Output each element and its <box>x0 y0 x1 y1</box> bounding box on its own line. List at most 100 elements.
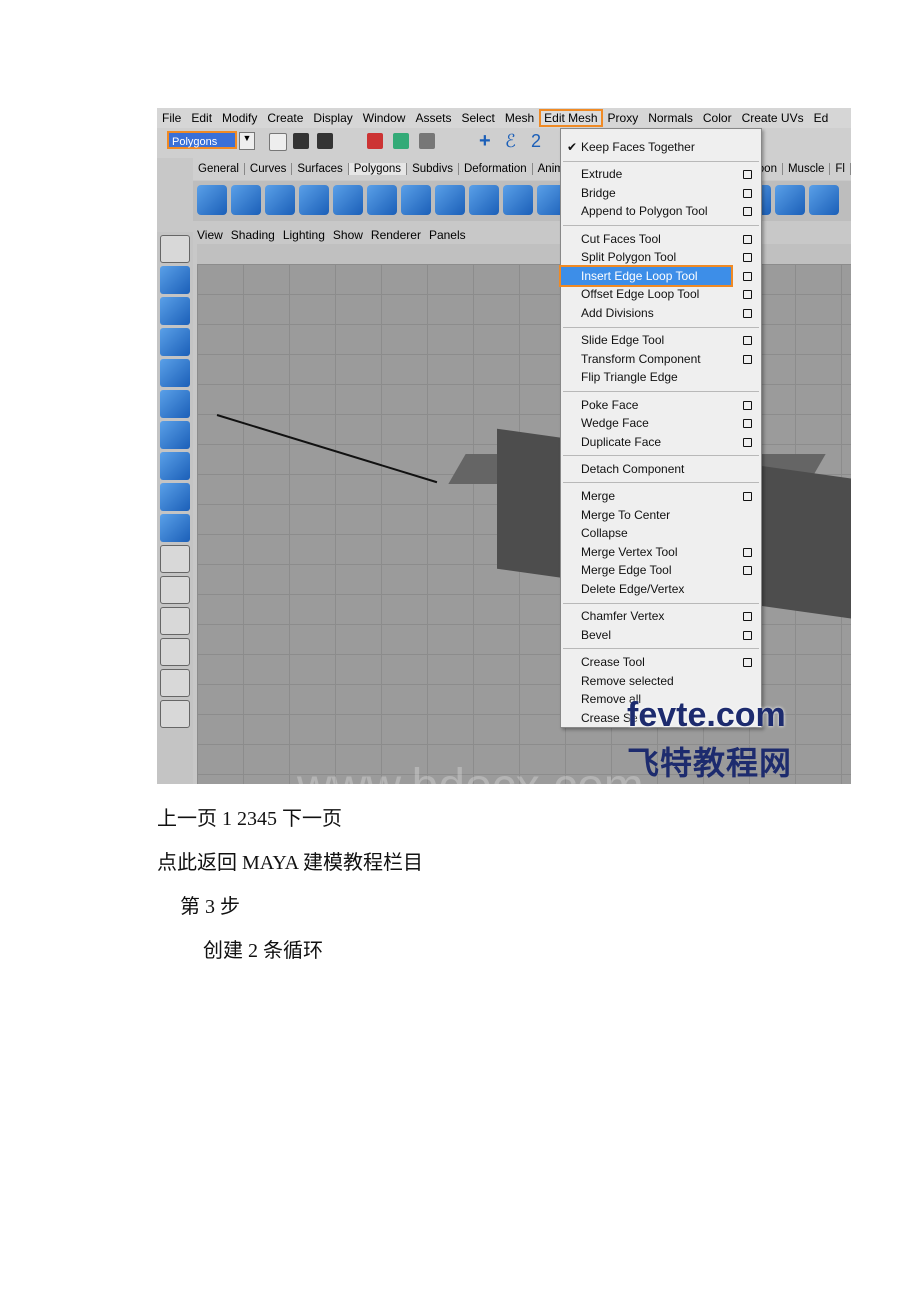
option-box-icon[interactable] <box>743 492 752 502</box>
menu-item-transform-component[interactable]: Transform Component <box>561 350 761 369</box>
tab-polygons[interactable]: Polygons <box>348 163 408 175</box>
tool-icon[interactable] <box>160 359 190 387</box>
shelf-tool-icon[interactable] <box>401 185 431 215</box>
panel-menu-show[interactable]: Show <box>333 228 363 242</box>
shelf-tool-icon[interactable] <box>367 185 397 215</box>
menu-item-extrude[interactable]: Extrude <box>561 165 761 184</box>
option-box-icon[interactable] <box>743 336 752 346</box>
menu-proxy[interactable]: Proxy <box>603 111 644 125</box>
menu-item-add-divisions[interactable]: Add Divisions <box>561 304 761 323</box>
tab-surfaces[interactable]: Surfaces <box>292 163 349 175</box>
option-box-icon[interactable] <box>743 547 752 557</box>
chevron-down-icon[interactable]: ▼ <box>239 132 255 150</box>
menu-item-merge-edge-tool[interactable]: Merge Edge Tool <box>561 561 761 580</box>
back-link[interactable]: 点此返回 MAYA 建模教程栏目 <box>157 846 423 875</box>
tool-icon[interactable] <box>160 328 190 356</box>
option-box-icon[interactable] <box>743 253 752 263</box>
layout-icon[interactable] <box>160 607 190 635</box>
option-box-icon[interactable] <box>743 400 752 410</box>
menu-item-wedge-face[interactable]: Wedge Face <box>561 414 761 433</box>
shelf-tool-icon[interactable] <box>775 185 805 215</box>
option-box-icon[interactable] <box>743 566 752 576</box>
layout-icon[interactable] <box>160 576 190 604</box>
panel-menu-view[interactable]: View <box>197 228 223 242</box>
save-scene-icon[interactable] <box>317 133 333 149</box>
layout-icon[interactable] <box>160 669 190 697</box>
menu-item-detach-component[interactable]: Detach Component <box>561 460 761 479</box>
open-scene-icon[interactable] <box>293 133 309 149</box>
snap-curve-icon[interactable]: ℰ <box>505 132 521 150</box>
select-hierarchy-icon[interactable] <box>367 133 383 149</box>
menu-item-keep-faces-together[interactable]: ✔ Keep Faces Together <box>561 138 761 157</box>
panel-menu-renderer[interactable]: Renderer <box>371 228 421 242</box>
option-box-icon[interactable] <box>743 271 752 281</box>
option-box-icon[interactable] <box>743 170 752 180</box>
layout-icon[interactable] <box>160 545 190 573</box>
snap-grid-icon[interactable]: + <box>479 131 495 151</box>
menu-item-collapse[interactable]: Collapse <box>561 524 761 543</box>
shelf-tool-icon[interactable] <box>197 185 227 215</box>
menu-item-bridge[interactable]: Bridge <box>561 184 761 203</box>
tab-subdivs[interactable]: Subdivs <box>407 163 459 175</box>
menu-item-bevel[interactable]: Bevel <box>561 626 761 645</box>
menu-mesh[interactable]: Mesh <box>500 111 539 125</box>
menu-item-poke-face[interactable]: Poke Face <box>561 396 761 415</box>
menu-edit-mesh[interactable]: Edit Mesh <box>539 109 603 127</box>
tool-icon[interactable] <box>160 514 190 542</box>
tool-icon[interactable] <box>160 235 190 263</box>
option-box-icon[interactable] <box>743 308 752 318</box>
new-scene-icon[interactable] <box>269 133 287 151</box>
panel-menu-shading[interactable]: Shading <box>231 228 275 242</box>
menu-edit[interactable]: Edit <box>186 111 217 125</box>
menu-normals[interactable]: Normals <box>643 111 698 125</box>
shelf-tool-icon[interactable] <box>809 185 839 215</box>
tab-fl[interactable]: Fl <box>830 163 851 175</box>
shelf-tool-icon[interactable] <box>503 185 533 215</box>
menu-item-merge[interactable]: Merge <box>561 487 761 506</box>
menu-item-delete-edge-vertex[interactable]: Delete Edge/Vertex <box>561 580 761 599</box>
menu-assets[interactable]: Assets <box>410 111 456 125</box>
option-box-icon[interactable] <box>743 419 752 429</box>
tool-icon[interactable] <box>160 297 190 325</box>
mode-selector[interactable]: Polygons <box>167 131 237 149</box>
option-box-icon[interactable] <box>743 188 752 198</box>
option-box-icon[interactable] <box>743 630 752 640</box>
option-box-icon[interactable] <box>743 658 752 667</box>
shelf-tool-icon[interactable] <box>231 185 261 215</box>
menu-item-merge-vertex-tool[interactable]: Merge Vertex Tool <box>561 543 761 562</box>
menu-item-flip-triangle-edge[interactable]: Flip Triangle Edge <box>561 368 761 387</box>
option-box-icon[interactable] <box>743 234 752 244</box>
shelf-tool-icon[interactable] <box>333 185 363 215</box>
menu-select[interactable]: Select <box>456 111 499 125</box>
menu-item-cut-faces-tool[interactable]: Cut Faces Tool <box>561 230 761 249</box>
menu-item-remove-selected[interactable]: Remove selected <box>561 672 761 691</box>
shelf-tool-icon[interactable] <box>435 185 465 215</box>
menu-display[interactable]: Display <box>308 111 357 125</box>
tool-icon[interactable] <box>160 266 190 294</box>
menu-file[interactable]: File <box>157 111 186 125</box>
menu-ed[interactable]: Ed <box>809 111 834 125</box>
option-box-icon[interactable] <box>743 437 752 447</box>
tab-muscle[interactable]: Muscle <box>783 163 831 175</box>
select-object-icon[interactable] <box>393 133 409 149</box>
shelf-tool-icon[interactable] <box>469 185 499 215</box>
option-box-icon[interactable] <box>743 354 752 364</box>
tab-deformation[interactable]: Deformation <box>459 163 533 175</box>
tool-icon[interactable] <box>160 390 190 418</box>
menu-item-duplicate-face[interactable]: Duplicate Face <box>561 433 761 452</box>
menu-item-merge-to-center[interactable]: Merge To Center <box>561 506 761 525</box>
menu-create-uvs[interactable]: Create UVs <box>737 111 809 125</box>
option-box-icon[interactable] <box>743 290 752 300</box>
menu-item-insert-edge-loop-tool[interactable]: Insert Edge Loop Tool <box>559 264 752 288</box>
menu-color[interactable]: Color <box>698 111 737 125</box>
shelf-tool-icon[interactable] <box>265 185 295 215</box>
layout-icon[interactable] <box>160 638 190 666</box>
select-component-icon[interactable] <box>419 133 435 149</box>
menu-create[interactable]: Create <box>262 111 308 125</box>
tool-icon[interactable] <box>160 421 190 449</box>
menu-modify[interactable]: Modify <box>217 111 262 125</box>
tool-icon[interactable] <box>160 483 190 511</box>
menu-item-append-to-polygon-tool[interactable]: Append to Polygon Tool <box>561 202 761 221</box>
menu-window[interactable]: Window <box>358 111 411 125</box>
tab-general[interactable]: General <box>193 163 245 175</box>
